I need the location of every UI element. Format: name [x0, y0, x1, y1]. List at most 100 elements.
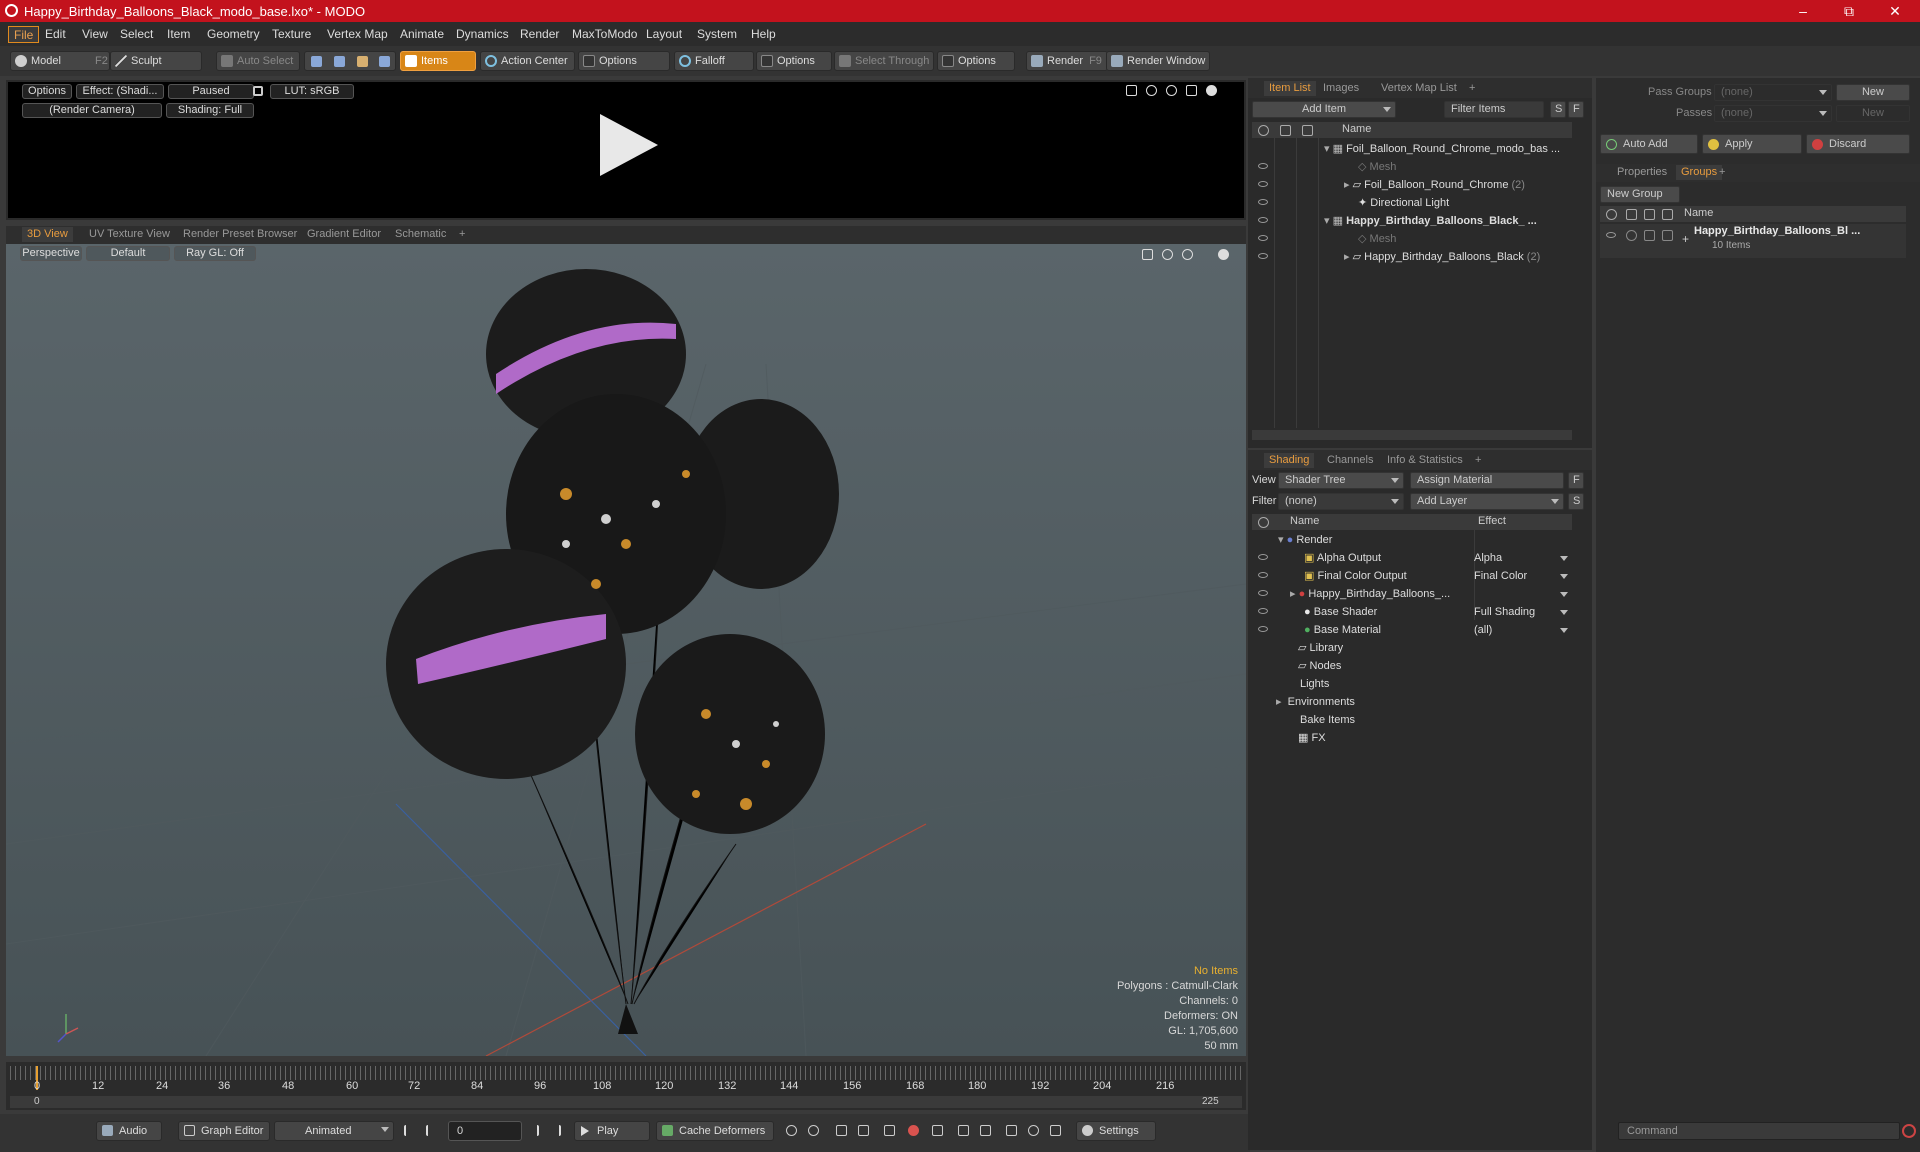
lock-icon[interactable]	[253, 86, 263, 96]
tab-uv-texture-view[interactable]: UV Texture View	[84, 227, 175, 242]
tab-item-list[interactable]: Item List	[1264, 81, 1316, 96]
falloff-button[interactable]: Falloff	[674, 51, 754, 71]
shader-row-bake-items[interactable]: Bake Items	[1300, 711, 1355, 729]
rotate-icon[interactable]	[1162, 249, 1173, 260]
menu-render[interactable]: Render	[515, 26, 564, 43]
render-camera-dropdown[interactable]: (Render Camera)	[22, 103, 162, 118]
zoom-icon[interactable]	[1166, 85, 1177, 96]
key-range-end-icon[interactable]	[980, 1125, 991, 1136]
visibility-eye-icon[interactable]	[1258, 253, 1268, 259]
tab-gradient-editor[interactable]: Gradient Editor	[302, 227, 386, 242]
list-item[interactable]: ▾ ▦ Happy_Birthday_Balloons_Black_ ...	[1324, 212, 1569, 230]
list-item[interactable]: ◇ Mesh	[1358, 158, 1396, 176]
expand-group-button[interactable]: +	[1682, 232, 1689, 246]
refresh-icon[interactable]	[1028, 1125, 1039, 1136]
chevron-right-icon[interactable]: ▸	[1344, 179, 1350, 191]
menu-layout[interactable]: Layout	[641, 26, 687, 43]
shader-row-nodes[interactable]: ▱ Nodes	[1298, 657, 1341, 675]
tab-vertex-map-list[interactable]: Vertex Map List	[1376, 81, 1462, 96]
menu-texture[interactable]: Texture	[267, 26, 316, 43]
vertices-mode-icon[interactable]	[311, 56, 322, 67]
visibility-eye-icon[interactable]	[1258, 590, 1268, 596]
play-button[interactable]: Play	[574, 1121, 650, 1141]
timeline-ruler[interactable]	[10, 1066, 1242, 1080]
move-icon[interactable]	[1126, 85, 1137, 96]
render-toggle-icon[interactable]	[1626, 230, 1637, 241]
audio-button[interactable]: Audio	[96, 1121, 162, 1141]
effect-dropdown[interactable]: Alpha	[1474, 549, 1572, 567]
tab-info-statistics[interactable]: Info & Statistics	[1382, 453, 1468, 468]
gear-icon[interactable]	[1218, 249, 1229, 260]
shading-dropdown[interactable]: Shading: Full	[166, 103, 254, 118]
add-item-dropdown[interactable]: Add Item	[1252, 101, 1396, 118]
preview-paused-button[interactable]: Paused	[168, 84, 254, 99]
auto-key-icon[interactable]	[786, 1125, 797, 1136]
tab-properties[interactable]: Properties	[1612, 165, 1672, 180]
list-item[interactable]: ◇ Mesh	[1358, 230, 1396, 248]
channels-icon[interactable]	[1050, 1125, 1061, 1136]
visibility-eye-icon[interactable]	[1258, 181, 1268, 187]
preview-options-button[interactable]: Options	[22, 84, 72, 99]
visibility-eye-icon[interactable]	[1258, 163, 1268, 169]
select-through-button[interactable]: Select Through	[834, 51, 934, 71]
cache-deformers-button[interactable]: Cache Deformers	[656, 1121, 774, 1141]
tab-3d-view[interactable]: 3D View	[22, 227, 73, 242]
menu-help[interactable]: Help	[746, 26, 781, 43]
frame-input[interactable]: 0	[448, 1121, 522, 1141]
model-mode-button[interactable]: Model F2	[10, 51, 110, 71]
shading-s-toggle[interactable]: S	[1568, 493, 1584, 510]
key-selected-icon[interactable]	[808, 1125, 819, 1136]
menu-maxtomodo[interactable]: MaxToModo	[567, 26, 642, 43]
rotate-icon[interactable]	[1146, 85, 1157, 96]
new-group-button[interactable]: New Group	[1600, 186, 1680, 203]
tab-shading[interactable]: Shading	[1264, 453, 1315, 468]
delete-key-icon[interactable]	[932, 1125, 943, 1136]
effect-dropdown[interactable]	[1474, 585, 1572, 603]
filter-s-toggle[interactable]: S	[1550, 101, 1566, 118]
shading-f-toggle[interactable]: F	[1568, 472, 1584, 489]
apply-button[interactable]: Apply	[1702, 134, 1802, 154]
menu-animate[interactable]: Animate	[395, 26, 449, 43]
passes-dropdown[interactable]: (none)	[1714, 105, 1832, 122]
maximize-button[interactable]: ⧉	[1826, 0, 1872, 22]
visibility-eye-icon[interactable]	[1258, 235, 1268, 241]
visibility-eye-icon[interactable]	[1606, 232, 1616, 238]
edges-mode-icon[interactable]	[334, 56, 345, 67]
filter-dropdown[interactable]: (none)	[1278, 493, 1404, 510]
next-key-icon[interactable]	[858, 1125, 869, 1136]
menu-dynamics[interactable]: Dynamics	[451, 26, 514, 43]
graph-editor-button[interactable]: Graph Editor	[178, 1121, 270, 1141]
list-item[interactable]: ▸ ▱ Happy_Birthday_Balloons_Black (2)	[1344, 248, 1540, 266]
visibility-eye-icon[interactable]	[1258, 554, 1268, 560]
menu-select[interactable]: Select	[115, 26, 158, 43]
chevron-down-icon[interactable]: ▾	[1324, 215, 1330, 227]
command-history-icon[interactable]	[1902, 1124, 1916, 1138]
effect-dropdown[interactable]: Final Color	[1474, 567, 1572, 585]
auto-select-button[interactable]: Auto Select	[216, 51, 300, 71]
preview-effect-dropdown[interactable]: Effect: (Shadi...	[76, 84, 164, 99]
chevron-down-icon[interactable]: ▾	[1278, 534, 1284, 546]
add-tab-button[interactable]: +	[1470, 453, 1486, 468]
discard-button[interactable]: Discard	[1806, 134, 1910, 154]
items-mode-button[interactable]: Items	[400, 51, 476, 71]
menu-item[interactable]: Item	[162, 26, 195, 43]
step-forward-icon[interactable]	[528, 1125, 539, 1136]
command-input[interactable]: Command	[1618, 1122, 1900, 1140]
key-icon[interactable]	[884, 1125, 895, 1136]
3d-viewport[interactable]: Perspective Default Ray GL: Off No Items…	[6, 244, 1246, 1056]
shader-row-base-material[interactable]: ● Base Material	[1304, 621, 1381, 639]
shader-row-material-group[interactable]: ▸ ● Happy_Birthday_Balloons_...	[1290, 585, 1450, 603]
auto-add-button[interactable]: Auto Add	[1600, 134, 1698, 154]
add-tab-button[interactable]: +	[454, 227, 470, 242]
view-dropdown[interactable]: Shader Tree	[1278, 472, 1404, 489]
skip-start-icon[interactable]	[404, 1125, 415, 1136]
pass-groups-dropdown[interactable]: (none)	[1714, 84, 1832, 101]
perspective-dropdown[interactable]: Perspective	[20, 246, 82, 261]
shader-row-base-shader[interactable]: ● Base Shader	[1304, 603, 1377, 621]
tab-channels[interactable]: Channels	[1322, 453, 1378, 468]
list-item[interactable]: ▾ ▦ Foil_Balloon_Round_Chrome_modo_bas .…	[1324, 140, 1569, 158]
close-button[interactable]: ✕	[1872, 0, 1918, 22]
action-center-options-button[interactable]: Options	[578, 51, 670, 71]
shader-row-final-color-output[interactable]: ▣ Final Color Output	[1304, 567, 1407, 585]
effect-dropdown[interactable]: (all)	[1474, 621, 1572, 639]
